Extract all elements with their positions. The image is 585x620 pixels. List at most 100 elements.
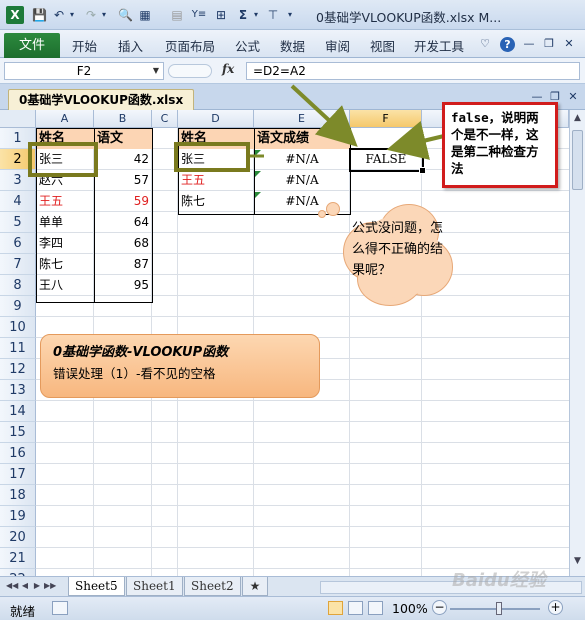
row-header[interactable]: 10 xyxy=(0,317,36,338)
zoom-slider[interactable] xyxy=(450,608,540,610)
row-header[interactable]: 16 xyxy=(0,443,36,464)
error-indicator-icon[interactable] xyxy=(255,150,261,156)
insert-function-icon[interactable]: fx xyxy=(222,62,234,76)
tab-formulas[interactable]: 公式 xyxy=(235,36,260,55)
table1-score-cell[interactable]: 64 xyxy=(94,212,152,233)
table1-name-cell[interactable]: 陈七 xyxy=(36,254,94,275)
table2-header-name[interactable]: 姓名 xyxy=(178,128,254,149)
fill-icon[interactable]: ⊤ xyxy=(266,6,280,24)
scroll-down-icon[interactable]: ▼ xyxy=(572,556,583,570)
row-header[interactable]: 5 xyxy=(0,212,36,233)
scroll-thumb[interactable] xyxy=(572,130,583,190)
row-header[interactable]: 20 xyxy=(0,527,36,548)
page-break-view-icon[interactable] xyxy=(368,601,383,615)
normal-view-icon[interactable] xyxy=(328,601,343,615)
zoom-out-icon[interactable]: − xyxy=(432,600,447,615)
formula-bar-handle[interactable] xyxy=(168,64,212,78)
col-header-a[interactable]: A xyxy=(36,110,94,128)
row-header[interactable]: 3 xyxy=(0,170,36,191)
table-icon[interactable]: ⊞ xyxy=(214,6,228,24)
redo-dropdown-icon[interactable]: ▾ xyxy=(100,6,108,24)
zoom-in-icon[interactable]: + xyxy=(548,600,563,615)
error-indicator-icon[interactable] xyxy=(255,171,261,177)
error-indicator-icon[interactable] xyxy=(255,192,261,198)
table2-name-cell[interactable]: 陈七 xyxy=(178,191,254,212)
row-header[interactable]: 21 xyxy=(0,548,36,569)
table2-header-score[interactable]: 语文成绩 xyxy=(254,128,350,149)
row-header[interactable]: 9 xyxy=(0,296,36,317)
chevron-down-icon[interactable]: ▼ xyxy=(153,63,159,79)
prev-sheet-icon[interactable]: ◀ xyxy=(20,580,30,592)
table1-score-cell[interactable]: 57 xyxy=(94,170,152,191)
print-preview-icon[interactable]: 🔍 xyxy=(118,6,133,24)
table1-score-cell[interactable]: 59 xyxy=(94,191,152,212)
tab-page-layout[interactable]: 页面布局 xyxy=(165,36,215,55)
undo-icon[interactable]: ↶ xyxy=(52,6,66,24)
save-icon[interactable]: 💾 xyxy=(32,6,47,24)
col-header-e[interactable]: E xyxy=(254,110,350,128)
minimize-icon[interactable]: — xyxy=(522,37,536,51)
table1-score-cell[interactable]: 95 xyxy=(94,275,152,296)
table1-score-cell[interactable]: 68 xyxy=(94,233,152,254)
restore-icon[interactable]: ❐ xyxy=(542,37,556,51)
tab-view[interactable]: 视图 xyxy=(370,36,395,55)
tab-insert[interactable]: 插入 xyxy=(118,36,143,55)
row-header[interactable]: 6 xyxy=(0,233,36,254)
table1-name-cell[interactable]: 李四 xyxy=(36,233,94,254)
tab-file[interactable]: 文件 xyxy=(4,33,60,58)
cell-f2[interactable]: FALSE xyxy=(350,149,422,170)
col-header-f[interactable]: F xyxy=(350,110,422,128)
tab-review[interactable]: 审阅 xyxy=(325,36,350,55)
vertical-scrollbar[interactable]: ▲ ▼ xyxy=(569,110,585,576)
table1-name-cell[interactable]: 单单 xyxy=(36,212,94,233)
table1-name-cell[interactable]: 赵六 xyxy=(36,170,94,191)
undo-dropdown-icon[interactable]: ▾ xyxy=(68,6,76,24)
row-header[interactable]: 4 xyxy=(0,191,36,212)
scroll-up-icon[interactable]: ▲ xyxy=(572,113,583,127)
table1-header-score[interactable]: 语文 xyxy=(94,128,152,149)
next-sheet-icon[interactable]: ▶ xyxy=(32,580,42,592)
tab-home[interactable]: 开始 xyxy=(72,36,97,55)
sheet-tab-sheet1[interactable]: Sheet1 xyxy=(126,577,183,596)
col-header-b[interactable]: B xyxy=(94,110,152,128)
tab-data[interactable]: 数据 xyxy=(280,36,305,55)
sheet-tab-sheet5[interactable]: Sheet5 xyxy=(68,577,125,596)
col-header-d[interactable]: D xyxy=(178,110,254,128)
formula-input[interactable]: =D2=A2 xyxy=(246,62,580,80)
last-sheet-icon[interactable]: ▶▶ xyxy=(44,580,56,592)
excel-app-icon[interactable]: X xyxy=(6,6,24,24)
close-icon[interactable]: ✕ xyxy=(562,37,576,51)
zoom-slider-knob[interactable] xyxy=(496,602,502,615)
page-layout-view-icon[interactable] xyxy=(348,601,363,615)
table2-value-cell[interactable]: #N/A xyxy=(254,149,350,170)
redo-icon[interactable]: ↷ xyxy=(84,6,98,24)
row-header[interactable]: 8 xyxy=(0,275,36,296)
table1-score-cell[interactable]: 42 xyxy=(94,149,152,170)
border-icon[interactable]: ▦ xyxy=(138,6,152,24)
row-header[interactable]: 17 xyxy=(0,464,36,485)
row-header[interactable]: 14 xyxy=(0,401,36,422)
name-box[interactable]: F2 ▼ xyxy=(4,62,164,80)
table1-score-cell[interactable]: 87 xyxy=(94,254,152,275)
table1-name-cell[interactable]: 王五 xyxy=(36,191,94,212)
table2-name-cell[interactable]: 张三 xyxy=(178,149,254,170)
table1-header-name[interactable]: 姓名 xyxy=(36,128,94,149)
row-header[interactable]: 2 xyxy=(0,149,36,170)
row-header[interactable]: 12 xyxy=(0,359,36,380)
sum-icon[interactable]: Σ xyxy=(236,6,250,24)
sheet-tab-sheet2[interactable]: Sheet2 xyxy=(184,577,241,596)
wb-close-icon[interactable]: ✕ xyxy=(566,90,580,104)
customize-dropdown-icon[interactable]: ▾ xyxy=(286,6,294,24)
first-sheet-icon[interactable]: ◀◀ xyxy=(6,580,18,592)
col-header-c[interactable]: C xyxy=(152,110,178,128)
insert-sheet-icon[interactable]: ★ xyxy=(242,577,268,596)
table1-name-cell[interactable]: 张三 xyxy=(36,149,94,170)
row-header[interactable]: 7 xyxy=(0,254,36,275)
table2-name-cell[interactable]: 王五 xyxy=(178,170,254,191)
table2-value-cell[interactable]: #N/A xyxy=(254,170,350,191)
sum-dropdown-icon[interactable]: ▾ xyxy=(252,6,260,24)
tab-developer[interactable]: 开发工具 xyxy=(414,36,464,55)
filter-icon[interactable]: Y≡ xyxy=(190,6,208,24)
form-icon[interactable]: ▤ xyxy=(170,6,184,24)
row-header[interactable]: 18 xyxy=(0,485,36,506)
